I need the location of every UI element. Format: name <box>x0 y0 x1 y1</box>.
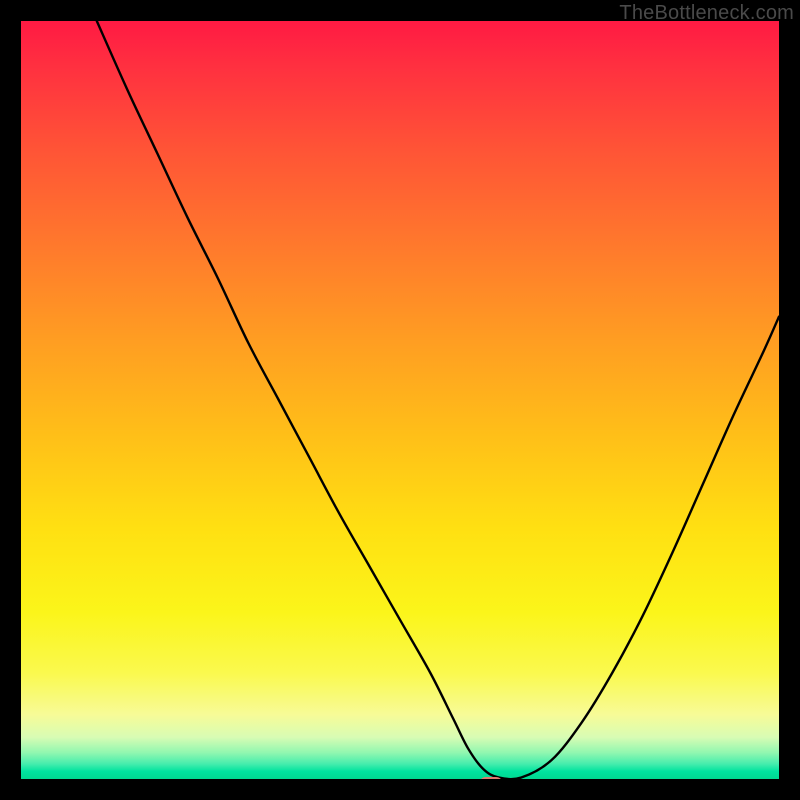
bottleneck-curve <box>21 21 779 779</box>
plot-area <box>21 21 779 779</box>
chart-container: TheBottleneck.com <box>0 0 800 800</box>
minimum-marker <box>479 777 503 779</box>
watermark-text: TheBottleneck.com <box>619 2 794 25</box>
